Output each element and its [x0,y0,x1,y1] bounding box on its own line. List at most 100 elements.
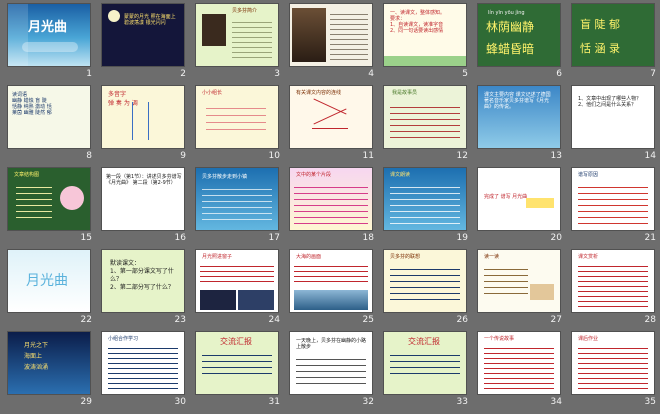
slide-cell-29: 月光之下 海面上 波涛汹涌 29 [4,330,98,412]
slide-thumbnail-28[interactable]: 课文赏析 [572,250,654,312]
slide-cell-6: lín yīn yōu jìng 林荫幽静 蜂蜡昏暗 6 [474,2,568,84]
slide-number: 8 [86,151,92,161]
slide-thumbnail-3[interactable]: 贝多芬简介 [196,4,278,66]
slide-thumbnail-26[interactable]: 贝多芬的联想 [384,250,466,312]
slide-number: 11 [362,151,374,161]
slide-thumbnail-31[interactable]: 交流汇报 [196,332,278,394]
slide-chars: 盲 陡 郁 [580,18,620,31]
slide-thumbnail-20[interactable]: 完成了 谱写 月光曲 [478,168,560,230]
sea-image [294,290,368,310]
slide-sorter-grid: 月光曲 1 蒙蒙的月光 照在海面上 碧波荡漾 银光闪闪 2 贝多芬简介 3 4 … [0,0,660,414]
slide-cell-3: 贝多芬简介 3 [192,2,286,84]
slide-thumbnail-15[interactable]: 文章结构图 [8,168,90,230]
slide-cell-35: 课后作业 35 [568,330,660,412]
slide-number: 4 [368,69,374,79]
slide-number: 33 [456,397,468,407]
slide-thumbnail-2[interactable]: 蒙蒙的月光 照在海面上 碧波荡漾 银光闪闪 [102,4,184,66]
slide-text: 文中的某个片段 [296,172,332,178]
slide-number: 35 [644,397,656,407]
slide-cell-34: 一个传说故事 34 [474,330,568,412]
slide-thumbnail-7[interactable]: 盲 陡 郁 恬 涵 录 [572,4,654,66]
slide-cell-32: 一天晚上，贝多芬在幽静的小路上散步 32 [286,330,380,412]
slide-thumbnail-18[interactable]: 文中的某个片段 [290,168,372,230]
slide-cell-14: 1、文章中出现了哪些人物？ 2、他们之间是什么关系？ 14 [568,84,660,166]
slide-thumbnail-9[interactable]: 多音字 弹 奏 为 调 [102,86,184,148]
slide-thumbnail-8[interactable]: 读词语 幽静 蜡烛 盲 陡 恬静 纯熟 激动 恬 莱茵 幽雅 陡然 郁 [8,86,90,148]
slide-thumbnail-12[interactable]: 我是故事员 [384,86,466,148]
slide-number: 31 [268,397,280,407]
slide-thumbnail-23[interactable]: 默读课文： 1、第一部分课文写了什么？ 2、第二部分写了什么？ [102,250,184,312]
slide-cell-20: 完成了 谱写 月光曲 20 [474,166,568,248]
slide-cell-15: 文章结构图 15 [4,166,98,248]
slide-cell-26: 贝多芬的联想 26 [380,248,474,330]
slide-number: 24 [268,315,280,325]
slide-number: 19 [456,233,468,243]
slide-cell-17: 贝多芬散步走到小镇 17 [192,166,286,248]
slide-text: 课后作业 [578,336,599,342]
slide-thumbnail-16[interactable]: 第一段（第1节）：讲述贝多芬谱写《月光曲》 第二段（第2-9节） [102,168,184,230]
slide-number: 15 [80,233,92,243]
slide-thumbnail-34[interactable]: 一个传说故事 [478,332,560,394]
slide-number: 3 [274,69,280,79]
moon-icon [108,10,120,22]
slide-cell-12: 我是故事员 12 [380,84,474,166]
slide-number: 10 [268,151,280,161]
slide-text: 课文主要内容 课文记述了德国著名音乐家贝多芬谱写《月光曲》的传说。 [484,92,551,110]
slide-thumbnail-24[interactable]: 月光照进窗子 [196,250,278,312]
slide-thumbnail-30[interactable]: 小组合作学习 [102,332,184,394]
slide-text: 贝多芬的联想 [390,254,421,260]
slide-text: 多音字 弹 奏 为 调 [108,91,138,107]
slide-thumbnail-25[interactable]: 大海的画面 [290,250,372,312]
slide-number: 21 [644,233,656,243]
slide-number: 7 [650,69,656,79]
slide-text: 月光之下 海面上 波涛汹涌 [24,342,49,371]
slide-number: 13 [550,151,562,161]
slide-thumbnail-10[interactable]: 小小组长 [196,86,278,148]
slide-cell-9: 多音字 弹 奏 为 调 9 [98,84,192,166]
slide-cell-25: 大海的画面 25 [286,248,380,330]
moon-image [200,290,236,310]
slide-number: 27 [550,315,562,325]
slide-cell-23: 默读课文： 1、第一部分课文写了什么？ 2、第二部分写了什么？ 23 [98,248,192,330]
slide-thumbnail-1[interactable]: 月光曲 [8,4,90,66]
slide-thumbnail-22[interactable]: 月光曲 [8,250,90,312]
slide-thumbnail-4[interactable] [290,4,372,66]
slide-thumbnail-33[interactable]: 交流汇报 [384,332,466,394]
slide-number: 6 [556,69,562,79]
slide-text: 一、读课文，整体感知。 要求： 1、自读课文，读准字音 2、同一句话要读出感情 [390,10,446,34]
slide-title: 月光曲 [26,273,68,289]
slide-thumbnail-11[interactable]: 有关课文内容的连线 [290,86,372,148]
slide-title: 交流汇报 [220,337,252,346]
book-icon [530,284,554,300]
slide-number: 28 [644,315,656,325]
slide-cell-2: 蒙蒙的月光 照在海面上 碧波荡漾 银光闪闪 2 [98,2,192,84]
slide-text: 读词语 幽静 蜡烛 盲 陡 恬静 纯熟 激动 恬 莱茵 幽雅 陡然 郁 [12,92,52,116]
slide-thumbnail-5[interactable]: 一、读课文，整体感知。 要求： 1、自读课文，读准字音 2、同一句话要读出感情 [384,4,466,66]
slide-number: 17 [268,233,280,243]
slide-thumbnail-29[interactable]: 月光之下 海面上 波涛汹涌 [8,332,90,394]
slide-chars: 蜂蜡昏暗 [486,42,535,56]
slide-cell-10: 小小组长 10 [192,84,286,166]
slide-cell-27: 读一读 27 [474,248,568,330]
slide-chars: 恬 涵 录 [580,42,620,55]
slide-number: 22 [80,315,92,325]
slide-thumbnail-27[interactable]: 读一读 [478,250,560,312]
slide-thumbnail-32[interactable]: 一天晚上，贝多芬在幽静的小路上散步 [290,332,372,394]
slide-number: 16 [174,233,186,243]
slide-thumbnail-35[interactable]: 课后作业 [572,332,654,394]
slide-text: 课文赏析 [578,254,599,260]
slide-thumbnail-19[interactable]: 课文朗读 [384,168,466,230]
slide-number: 14 [644,151,656,161]
slide-number: 1 [86,69,92,79]
slide-title: 交流汇报 [408,337,440,346]
slide-thumbnail-6[interactable]: lín yīn yōu jìng 林荫幽静 蜂蜡昏暗 [478,4,560,66]
slide-thumbnail-17[interactable]: 贝多芬散步走到小镇 [196,168,278,230]
slide-thumbnail-21[interactable]: 谱写原因 [572,168,654,230]
slide-number: 20 [550,233,562,243]
slide-text: 文章结构图 [14,172,40,178]
slide-cell-4: 4 [286,2,380,84]
slide-thumbnail-14[interactable]: 1、文章中出现了哪些人物？ 2、他们之间是什么关系？ [572,86,654,148]
slide-title: 月光曲 [28,20,68,35]
slide-thumbnail-13[interactable]: 课文主要内容 课文记述了德国著名音乐家贝多芬谱写《月光曲》的传说。 [478,86,560,148]
flower-icon [60,186,84,210]
